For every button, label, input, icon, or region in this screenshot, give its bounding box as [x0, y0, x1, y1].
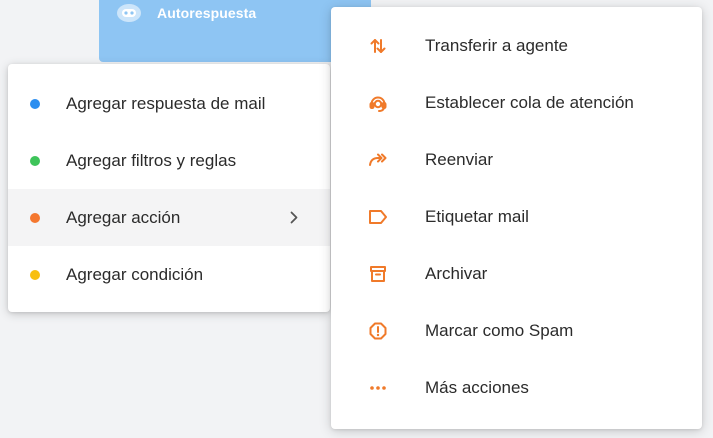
- green-dot-icon: [30, 155, 40, 166]
- action-mas-acciones[interactable]: Más acciones: [331, 359, 702, 416]
- menu-item-label: Agregar condición: [66, 264, 204, 284]
- add-menu: Agregar respuesta de mail Agregar filtro…: [8, 64, 330, 312]
- yellow-dot-icon: [30, 269, 40, 280]
- blue-dot-icon: [30, 98, 40, 109]
- menu-item-label: Agregar filtros y reglas: [66, 150, 237, 170]
- node-title: Autorespuesta: [157, 5, 257, 21]
- transfer-arrows-icon: [367, 35, 389, 57]
- action-marcar-spam[interactable]: Marcar como Spam: [331, 302, 702, 359]
- actions-submenu: Transferir a agente Establecer cola de a…: [331, 7, 702, 429]
- action-archivar[interactable]: Archivar: [331, 245, 702, 302]
- chevron-right-icon: [288, 211, 300, 225]
- action-establecer-cola[interactable]: Establecer cola de atención: [331, 74, 702, 131]
- forward-arrow-icon: [367, 149, 389, 171]
- tag-label-icon: [367, 206, 389, 228]
- action-label: Marcar como Spam: [425, 320, 574, 340]
- action-label: Establecer cola de atención: [425, 92, 634, 112]
- menu-item-label: Agregar respuesta de mail: [66, 93, 266, 113]
- action-label: Etiquetar mail: [425, 206, 529, 226]
- action-reenviar[interactable]: Reenviar: [331, 131, 702, 188]
- menu-item-agregar-condicion[interactable]: Agregar condición: [8, 246, 330, 303]
- node-header: Autorespuesta: [113, 0, 256, 26]
- headset-agent-icon: [367, 92, 389, 114]
- action-label: Archivar: [425, 263, 488, 283]
- menu-item-label: Agregar acción: [66, 207, 181, 227]
- more-dots-icon: [367, 377, 389, 399]
- action-label: Transferir a agente: [425, 35, 568, 55]
- menu-item-agregar-accion[interactable]: Agregar acción: [8, 189, 330, 246]
- action-etiquetar-mail[interactable]: Etiquetar mail: [331, 188, 702, 245]
- archive-box-icon: [367, 263, 389, 285]
- orange-dot-icon: [30, 212, 40, 223]
- action-transferir-agente[interactable]: Transferir a agente: [331, 17, 702, 74]
- menu-item-agregar-respuesta-mail[interactable]: Agregar respuesta de mail: [8, 75, 330, 132]
- action-label: Reenviar: [425, 149, 494, 169]
- spam-alert-icon: [367, 320, 389, 342]
- action-label: Más acciones: [425, 377, 529, 397]
- bot-icon: [113, 2, 145, 24]
- menu-item-agregar-filtros-reglas[interactable]: Agregar filtros y reglas: [8, 132, 330, 189]
